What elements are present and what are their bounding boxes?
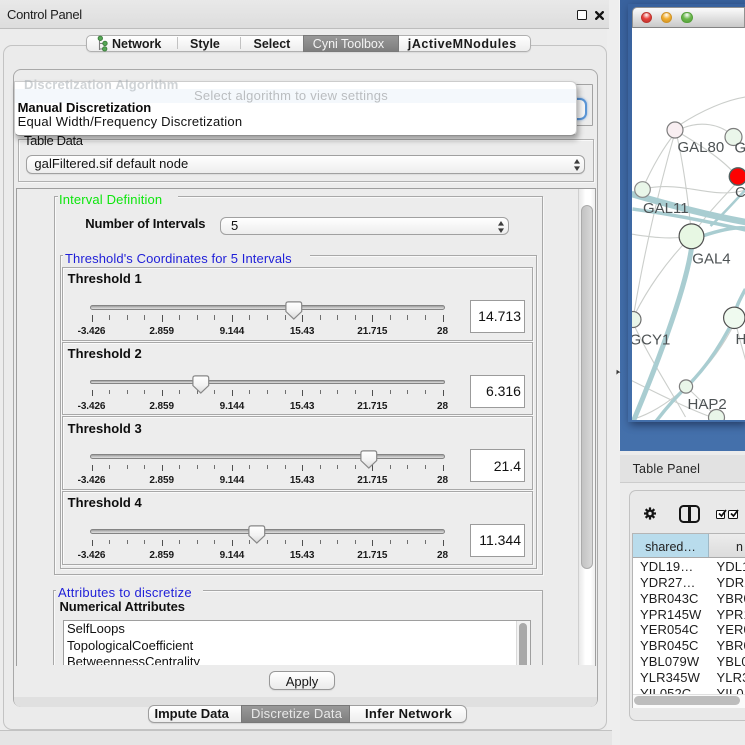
svg-text:C: C bbox=[735, 184, 745, 201]
svg-text:GAL80: GAL80 bbox=[677, 138, 724, 155]
svg-text:HAP2: HAP2 bbox=[687, 396, 726, 413]
svg-text:G: G bbox=[734, 139, 745, 156]
svg-text:GAL4: GAL4 bbox=[692, 250, 730, 267]
svg-text:GCY1: GCY1 bbox=[632, 331, 670, 348]
svg-text:H: H bbox=[735, 331, 745, 348]
svg-text:GAL11: GAL11 bbox=[643, 200, 689, 217]
